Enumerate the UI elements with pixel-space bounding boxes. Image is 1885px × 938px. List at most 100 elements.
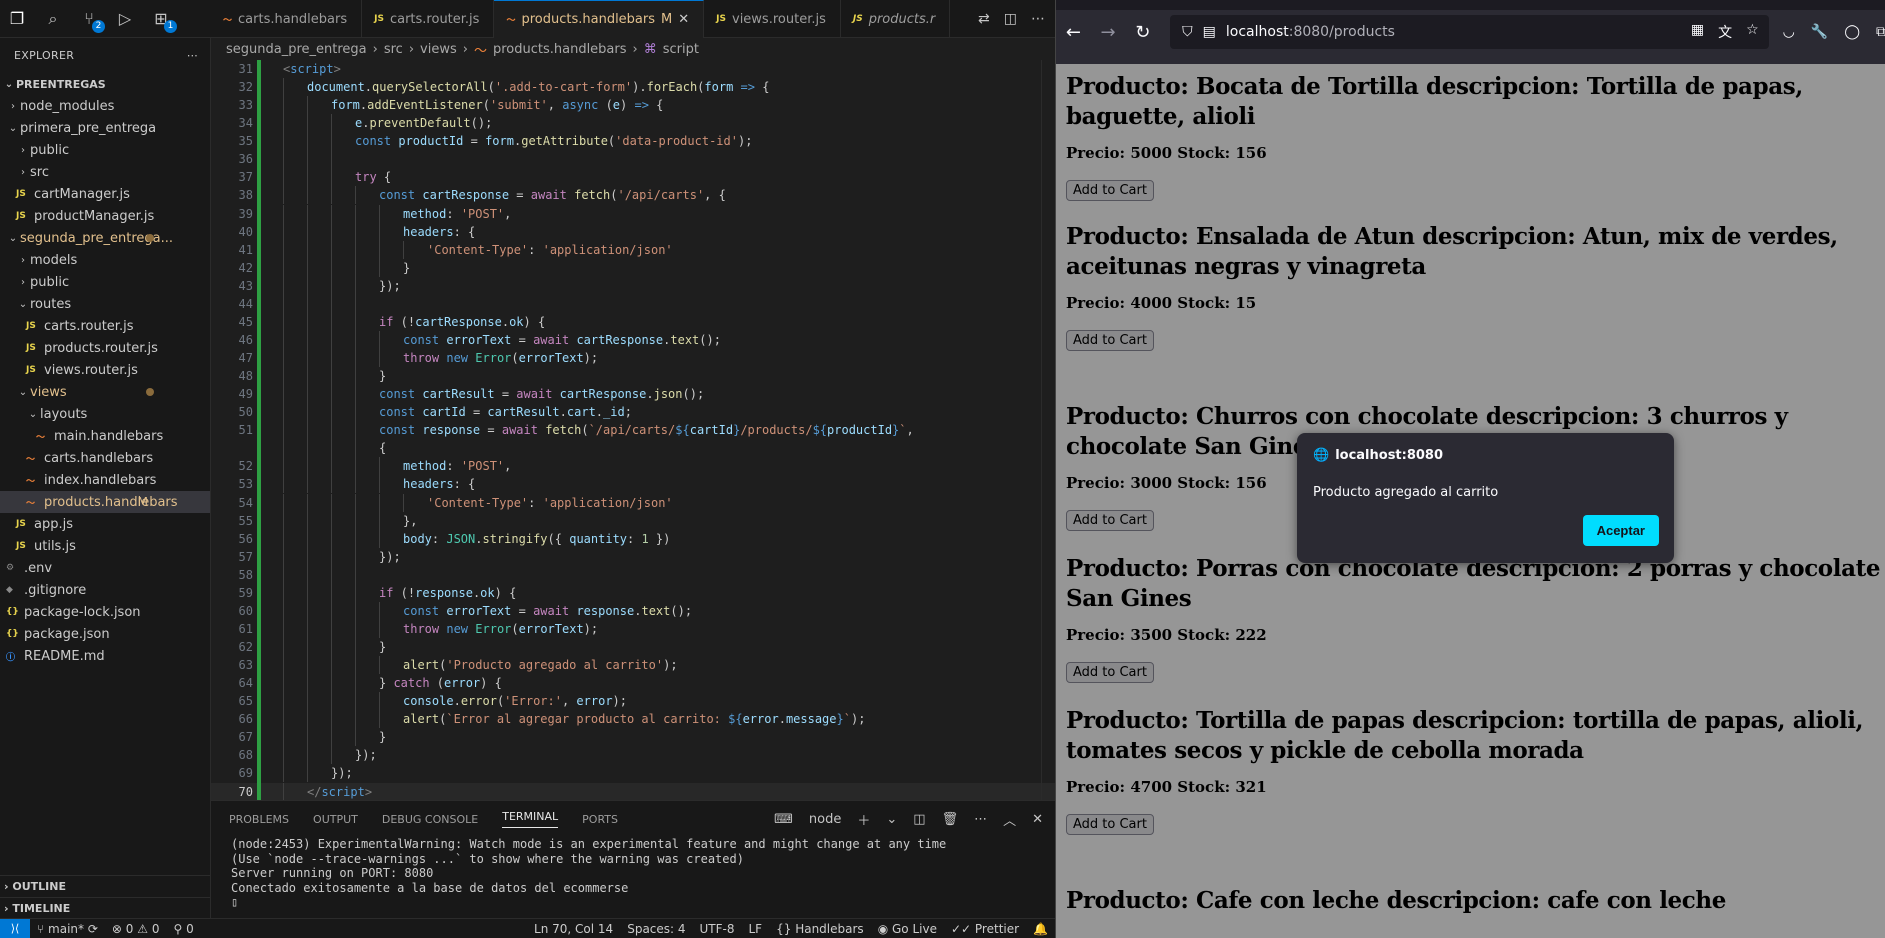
code-line[interactable]: 68}); [211,746,1055,765]
tab-problems[interactable]: PROBLEMS [229,813,289,826]
code-line[interactable]: 41 'Content-Type': 'application/json' [211,240,1055,259]
tree-item[interactable]: ⚙ .env [0,557,210,579]
run-debug-icon[interactable]: ▷ [114,8,136,30]
source-control-icon[interactable]: ⑂ 2 [78,8,105,33]
tree-item[interactable]: {} package-lock.json [0,601,210,623]
account-icon[interactable]: ◯ [1844,24,1860,40]
code-line[interactable]: 55}, [211,511,1055,530]
prettier[interactable]: ✓✓ Prettier [944,922,1026,936]
accept-button[interactable]: Aceptar [1582,515,1659,546]
compare-icon[interactable]: ⇄ [978,11,990,27]
tree-item[interactable]: ◆ .gitignore [0,579,210,601]
code-line[interactable]: 63 alert('Producto agregado al carrito'); [211,656,1055,675]
new-terminal-icon[interactable]: ＋ [857,810,870,829]
maximize-panel-icon[interactable]: ︿ [1003,810,1016,829]
tree-item[interactable]: ⌄ routes [0,293,210,315]
tree-item[interactable]: JS products.router.js [0,337,210,359]
code-line[interactable]: 58 [211,565,1055,584]
code-line[interactable]: 53 headers: { [211,475,1055,494]
problems-item[interactable]: ⊗ 0 ⚠ 0 [105,922,167,936]
code-line[interactable]: 57}); [211,547,1055,566]
breadcrumb-item[interactable]: segunda_pre_entrega [226,42,367,57]
tree-item[interactable]: 〜 main.handlebars [0,425,210,447]
tree-item[interactable]: › models [0,249,210,271]
more-actions-icon[interactable]: ⋯ [974,812,987,827]
code-line[interactable]: 70 </script> [211,782,1055,800]
tree-item[interactable]: ⓘ README.md [0,645,210,667]
reader-view-icon[interactable]: ▦ [1691,22,1704,42]
star-icon[interactable]: ☆ [1746,22,1759,42]
close-panel-icon[interactable]: ✕ [1032,812,1043,827]
ellipsis-icon[interactable]: ⋯ [187,49,198,62]
outline-section[interactable]: › OUTLINE [0,875,211,897]
tree-item[interactable]: 〜 products.handlebars M [0,491,210,513]
wrench-icon[interactable]: 🔧 [1811,24,1828,40]
code-line[interactable]: 54 'Content-Type': 'application/json' [211,493,1055,512]
code-line[interactable]: 48} [211,367,1055,386]
code-line[interactable]: 65 console.error('Error:', error); [211,692,1055,711]
url-bar[interactable]: ⛉ ▤ localhost:8080/products ▦ 文 ☆ [1170,15,1769,49]
extensions-puzzle-icon[interactable]: ⧉ [1876,24,1885,40]
tree-item[interactable]: ⌄ layouts [0,403,210,425]
timeline-section[interactable]: › TIMELINE [0,897,211,919]
trash-icon[interactable]: 🗑 [942,812,959,827]
code-line[interactable]: 46 const errorText = await cartResponse.t… [211,330,1055,349]
remote-icon[interactable]: ⟩⟨ [0,918,30,938]
breadcrumb-item[interactable]: views [420,42,457,57]
code-line[interactable]: 45 if (!cartResponse.ok) { [211,312,1055,331]
translate-icon[interactable]: 文 [1718,22,1732,42]
tab-debug-console[interactable]: DEBUG CONSOLE [382,813,478,826]
go-live[interactable]: ◉ Go Live [871,922,944,936]
tree-item[interactable]: JS app.js [0,513,210,535]
code-line[interactable]: 52 method: 'POST', [211,457,1055,476]
indentation[interactable]: Spaces: 4 [620,922,692,936]
reload-icon[interactable]: ↻ [1125,22,1160,43]
tab-carts-router[interactable]: JS carts.router.js [362,0,495,38]
tree-item[interactable]: JS views.router.js [0,359,210,381]
eol[interactable]: LF [742,922,770,936]
ports-item[interactable]: ⚲ 0 [167,922,201,936]
code-line[interactable]: 42} [211,258,1055,277]
encoding[interactable]: UTF-8 [693,922,742,936]
extensions-icon[interactable]: ⊞ 1 [150,8,177,33]
tree-item[interactable]: JS productManager.js [0,205,210,227]
bell-icon[interactable]: 🔔 [1026,922,1055,936]
code-line[interactable]: 51 const response = await fetch(`/api/car… [211,421,1055,440]
tab-output[interactable]: OUTPUT [313,813,358,826]
chevron-down-icon[interactable]: ⌄ [886,812,897,827]
code-line[interactable]: 50 const cartId = cartResult.cart._id; [211,403,1055,422]
code-line[interactable]: 40 headers: { [211,222,1055,241]
code-line[interactable]: 66 alert(`Error al agregar producto al ca… [211,710,1055,729]
breadcrumb-item[interactable]: script [663,42,699,57]
language-mode[interactable]: {} Handlebars [769,922,871,936]
tree-item[interactable]: ⌄ segunda_pre_entrega... [0,227,210,249]
tree-item[interactable]: 〜 carts.handlebars [0,447,210,469]
minimap[interactable] [895,60,965,208]
close-tab-icon[interactable]: ✕ [678,12,689,27]
tab-terminal[interactable]: TERMINAL [502,810,559,828]
code-line[interactable]: 60 const errorText = await response.text(… [211,601,1055,620]
back-arrow-icon[interactable]: ← [1056,22,1091,43]
tab-carts-handlebars[interactable]: 〜 carts.handlebars [211,0,363,38]
tab-ports[interactable]: PORTS [582,813,618,826]
explorer-icon[interactable]: ❐ [6,8,28,30]
tab-products-handlebars[interactable]: 〜 products.handlebars M ✕ [494,0,705,38]
code-line[interactable]: 67} [211,728,1055,747]
breadcrumb-item[interactable]: products.handlebars [493,42,627,57]
tree-item[interactable]: JS cartManager.js [0,183,210,205]
pocket-icon[interactable]: ◡ [1783,24,1795,40]
code-line[interactable]: 69}); [211,764,1055,783]
tree-item[interactable]: ⌄ primera_pre_entrega [0,117,210,139]
tree-item[interactable]: › node_modules [0,95,210,117]
code-line[interactable]: 59 if (!response.ok) { [211,583,1055,602]
tab-views-router[interactable]: JS views.router.js [704,0,841,38]
tree-item[interactable]: › public [0,271,210,293]
workspace-root[interactable]: ⌄ PREENTREGAS [0,73,210,95]
branch-item[interactable]: ⑂ main* ⟳ [30,922,105,936]
code-line[interactable]: { [211,439,1055,458]
code-line[interactable]: 61 throw new Error(errorText); [211,619,1055,638]
terminal-name[interactable]: node [809,812,841,827]
tree-item[interactable]: JS utils.js [0,535,210,557]
code-line[interactable]: 62} [211,638,1055,657]
tree-item[interactable]: › src [0,161,210,183]
